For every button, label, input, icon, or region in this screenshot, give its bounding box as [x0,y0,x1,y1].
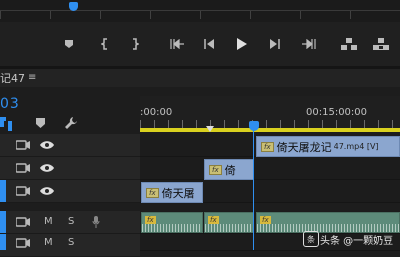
scrubber-ticks [0,11,400,19]
audio-clip-a1-3[interactable]: fx [256,212,400,233]
snap-icon[interactable] [0,117,14,131]
track-header-v2 [0,157,140,180]
audio-clip-a1-2[interactable]: fx [204,212,254,233]
mark-out-button[interactable] [122,22,148,66]
panel-menu-icon[interactable]: ≡ [28,72,36,83]
film-icon[interactable] [16,140,30,150]
playhead-line [253,130,254,250]
transport-controls [0,22,400,66]
play-icon [237,38,247,50]
play-button[interactable] [228,22,254,66]
lock-track-icon[interactable] [16,238,30,248]
extract-button[interactable] [368,22,394,66]
solo-button[interactable]: S [68,237,74,248]
playhead-timecode[interactable]: 03 [0,96,20,112]
solo-button[interactable]: S [68,216,74,227]
monitor-playhead[interactable] [69,2,78,11]
add-marker-button[interactable] [56,22,82,66]
work-area-bar[interactable] [140,128,400,132]
step-back-button[interactable] [196,22,222,66]
clip-title: 倚天屠龙记 [276,140,332,154]
step-back-icon [204,39,214,49]
fx-badge: fx [146,187,159,198]
track-target-v1[interactable] [0,180,6,202]
fx-badge: fx [261,141,274,152]
ruler-label-mark: 00:15:00:00 [306,107,368,118]
fx-badge: fx [260,216,271,224]
go-to-out-button[interactable] [296,22,322,66]
mute-button[interactable]: M [44,237,53,248]
ruler-marker[interactable] [206,126,214,132]
mark-in-button[interactable] [92,22,118,66]
mark-in-icon [101,38,107,50]
track-lane-v2[interactable] [140,157,400,180]
eye-icon[interactable] [40,163,54,173]
go-to-in-button[interactable] [164,22,190,66]
lift-button[interactable] [336,22,362,66]
fx-badge: fx [208,216,219,224]
video-clip-v3[interactable]: fx 倚天屠龙记 47.mp4 [V] [256,136,400,157]
fx-badge: fx [209,164,222,175]
eye-icon[interactable] [40,140,54,150]
ruler-label-start: :00:00 [140,107,173,118]
marker-icon [65,40,73,48]
step-forward-button[interactable] [262,22,288,66]
track-header-a2: M S [0,234,140,257]
timeline-playhead[interactable] [249,121,259,131]
track-header-v3 [0,134,140,157]
watermark-logo: 条 [303,231,319,247]
lock-track-icon[interactable] [16,217,30,227]
track-target-a1[interactable] [0,211,6,233]
video-clip-v2[interactable]: fx 倚 [204,159,254,180]
track-header-v1 [0,180,140,203]
track-target-a2[interactable] [0,234,6,250]
sequence-tab-title[interactable]: 记47 [0,70,25,86]
wrench-icon[interactable] [64,116,78,130]
mark-out-icon [133,38,139,50]
audio-waveform [257,224,399,232]
mute-button[interactable]: M [44,216,53,227]
clip-title: 倚天屠 [161,186,195,200]
film-icon[interactable] [16,186,30,196]
fx-badge: fx [145,216,156,224]
audio-clip-a1-1[interactable]: fx [141,212,203,233]
extract-icon [373,38,389,50]
lift-icon [341,38,357,50]
film-icon[interactable] [16,163,30,173]
go-to-out-icon [302,39,316,49]
add-marker-icon[interactable] [36,118,45,128]
timeline-panel-header [0,69,400,87]
ruler-ticks [140,120,400,128]
audio-waveform [205,224,253,232]
clip-title: 倚 [224,163,236,177]
go-to-in-icon [170,39,184,49]
step-forward-icon [270,39,280,49]
clip-filename: 47.mp4 [V] [333,142,379,151]
video-clip-v1[interactable]: fx 倚天屠 [141,182,203,203]
watermark-text: 头条 @一颗奶豆 [320,236,394,247]
audio-waveform [142,224,202,232]
eye-icon[interactable] [40,186,54,196]
microphone-icon[interactable] [92,216,100,228]
track-header-a1: M S [0,211,140,234]
